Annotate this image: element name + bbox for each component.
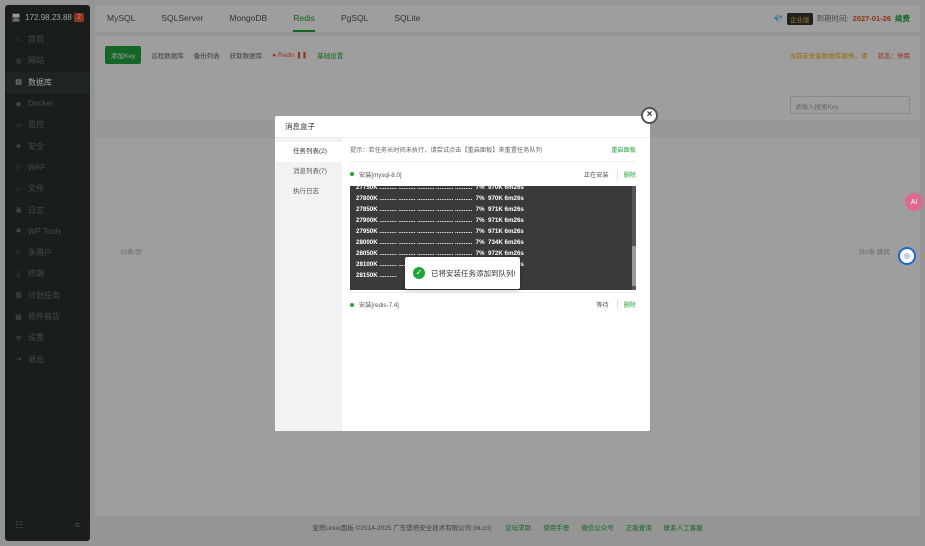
log-line: 28000K .......... .......... .......... … [356, 239, 524, 246]
modal-side-item[interactable]: 执行日志 [275, 182, 342, 202]
toast-text: 已将安装任务添加到队列! [431, 268, 516, 278]
tip-text: 提示：若任务长时间未执行，请尝试点击【重启面板】来重置任务队列 [350, 147, 542, 154]
task-status: 正在安装 [583, 171, 609, 179]
delete-task-button[interactable]: 删除 [616, 169, 636, 179]
task-row: 安装[mysql-8.0] 正在安装 删除 [350, 162, 636, 186]
status-dot [350, 302, 354, 307]
modal-side-item[interactable]: 消息列表(7) [275, 162, 342, 182]
customer-service-icon[interactable]: ◎ [898, 247, 916, 265]
task-row: 安装[redis-7.4] 等待 删除 [350, 292, 636, 316]
status-dot [350, 172, 354, 176]
task-tip: 提示：若任务长时间未执行，请尝试点击【重启面板】来重置任务队列 重启面板 [350, 138, 636, 162]
restart-panel-link[interactable]: 重启面板 [611, 145, 636, 154]
check-icon: ✓ [413, 267, 425, 279]
task-status: 等待 [596, 302, 609, 309]
task-name: 安装[redis-7.4] [359, 302, 399, 309]
ai-assistant-icon[interactable]: AI [905, 193, 923, 211]
modal-side-menu: 任务列表(2) 消息列表(7) 执行日志 [275, 138, 342, 431]
log-scroll-thumb[interactable] [632, 246, 636, 286]
log-line: 27800K .......... .......... .......... … [356, 195, 524, 202]
log-line: 27900K .......... .......... .......... … [356, 217, 524, 224]
task-name: 安装[mysql-8.0] [359, 171, 402, 179]
log-line: 27850K .......... .......... .......... … [356, 206, 524, 213]
modal-title: 消息盒子 [275, 116, 650, 138]
log-line: 27750K .......... .......... .......... … [356, 186, 524, 191]
delete-task-button[interactable]: 删除 [616, 300, 636, 309]
toast-message: ✓ 已将安装任务添加到队列! [405, 257, 520, 289]
log-line: 27950K .......... .......... .......... … [356, 228, 524, 235]
close-icon[interactable]: × [641, 107, 658, 124]
modal-side-item[interactable]: 任务列表(2) [275, 142, 342, 162]
